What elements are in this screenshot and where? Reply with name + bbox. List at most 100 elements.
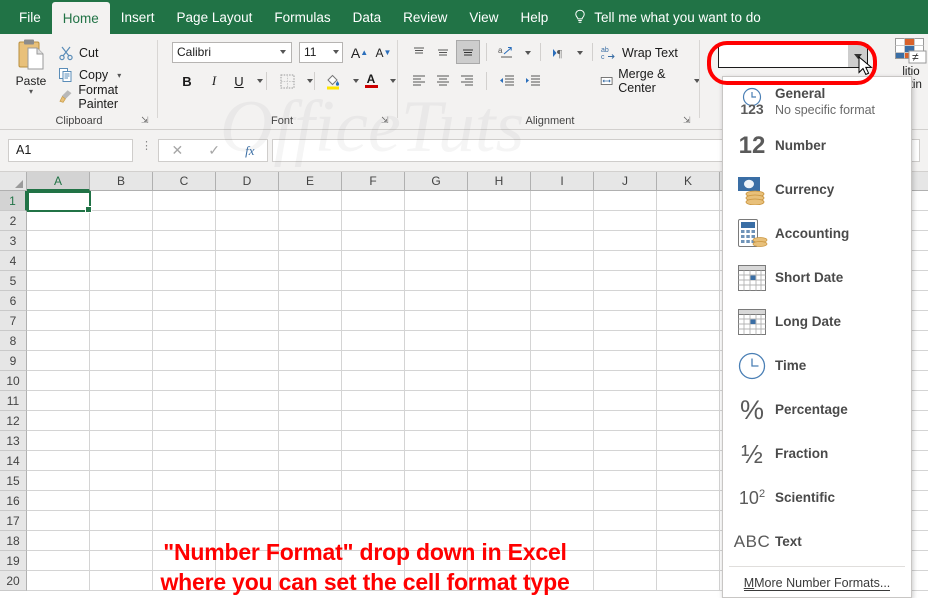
cell-K8[interactable] bbox=[657, 331, 720, 351]
cell-G19[interactable] bbox=[405, 551, 468, 571]
cell-F9[interactable] bbox=[342, 351, 405, 371]
cell-A8[interactable] bbox=[27, 331, 90, 351]
merge-center-button[interactable]: Merge & Center bbox=[600, 70, 700, 92]
cell-I20[interactable] bbox=[531, 571, 594, 591]
cell-B11[interactable] bbox=[90, 391, 153, 411]
cell-C2[interactable] bbox=[153, 211, 216, 231]
cell-J4[interactable] bbox=[594, 251, 657, 271]
cell-I15[interactable] bbox=[531, 471, 594, 491]
cell-K1[interactable] bbox=[657, 191, 720, 211]
align-middle-button[interactable] bbox=[432, 42, 454, 64]
cell-E9[interactable] bbox=[279, 351, 342, 371]
cell-K6[interactable] bbox=[657, 291, 720, 311]
cell-F16[interactable] bbox=[342, 491, 405, 511]
cell-G11[interactable] bbox=[405, 391, 468, 411]
tab-file[interactable]: File bbox=[8, 0, 52, 34]
row-header-18[interactable]: 18 bbox=[0, 531, 27, 551]
fx-icon[interactable]: fx bbox=[245, 143, 254, 159]
column-header-H[interactable]: H bbox=[468, 172, 531, 191]
cell-D12[interactable] bbox=[216, 411, 279, 431]
cell-E14[interactable] bbox=[279, 451, 342, 471]
cell-I13[interactable] bbox=[531, 431, 594, 451]
dropdown-item-text[interactable]: ABCText bbox=[723, 520, 911, 564]
cell-K5[interactable] bbox=[657, 271, 720, 291]
cell-C9[interactable] bbox=[153, 351, 216, 371]
cell-C20[interactable] bbox=[153, 571, 216, 591]
cell-C3[interactable] bbox=[153, 231, 216, 251]
cell-E2[interactable] bbox=[279, 211, 342, 231]
row-header-14[interactable]: 14 bbox=[0, 451, 27, 471]
cell-E4[interactable] bbox=[279, 251, 342, 271]
more-number-formats-button[interactable]: MMore Number Formats... bbox=[723, 569, 911, 597]
cell-J13[interactable] bbox=[594, 431, 657, 451]
cell-G4[interactable] bbox=[405, 251, 468, 271]
cell-D10[interactable] bbox=[216, 371, 279, 391]
cell-A5[interactable] bbox=[27, 271, 90, 291]
cell-C14[interactable] bbox=[153, 451, 216, 471]
tab-home[interactable]: Home bbox=[52, 2, 110, 34]
cell-I2[interactable] bbox=[531, 211, 594, 231]
tab-data[interactable]: Data bbox=[342, 0, 393, 34]
tell-me-box[interactable]: Tell me what you want to do bbox=[573, 0, 761, 34]
number-format-combo[interactable] bbox=[718, 44, 868, 68]
cut-button[interactable]: Cut bbox=[58, 43, 98, 63]
cell-G15[interactable] bbox=[405, 471, 468, 491]
cell-H2[interactable] bbox=[468, 211, 531, 231]
cell-I11[interactable] bbox=[531, 391, 594, 411]
cell-F8[interactable] bbox=[342, 331, 405, 351]
align-right-button[interactable] bbox=[456, 70, 478, 92]
cell-A15[interactable] bbox=[27, 471, 90, 491]
cell-D9[interactable] bbox=[216, 351, 279, 371]
cell-J15[interactable] bbox=[594, 471, 657, 491]
copy-button[interactable]: Copy ▾ bbox=[58, 65, 121, 85]
cell-B16[interactable] bbox=[90, 491, 153, 511]
row-header-20[interactable]: 20 bbox=[0, 571, 27, 591]
cell-A17[interactable] bbox=[27, 511, 90, 531]
cell-G5[interactable] bbox=[405, 271, 468, 291]
cell-A6[interactable] bbox=[27, 291, 90, 311]
cell-C10[interactable] bbox=[153, 371, 216, 391]
cell-E7[interactable] bbox=[279, 311, 342, 331]
row-header-6[interactable]: 6 bbox=[0, 291, 27, 311]
cell-D14[interactable] bbox=[216, 451, 279, 471]
underline-button[interactable]: U bbox=[228, 70, 250, 92]
row-header-15[interactable]: 15 bbox=[0, 471, 27, 491]
cell-J1[interactable] bbox=[594, 191, 657, 211]
dropdown-item-long-date[interactable]: Long Date bbox=[723, 300, 911, 344]
italic-button[interactable]: I bbox=[203, 70, 225, 92]
cell-I16[interactable] bbox=[531, 491, 594, 511]
cell-F10[interactable] bbox=[342, 371, 405, 391]
cell-C8[interactable] bbox=[153, 331, 216, 351]
cell-F12[interactable] bbox=[342, 411, 405, 431]
increase-font-size-button[interactable]: A▲ bbox=[348, 42, 371, 63]
select-all-corner[interactable] bbox=[0, 172, 27, 191]
row-header-9[interactable]: 9 bbox=[0, 351, 27, 371]
row-header-8[interactable]: 8 bbox=[0, 331, 27, 351]
tab-formulas[interactable]: Formulas bbox=[263, 0, 341, 34]
row-header-17[interactable]: 17 bbox=[0, 511, 27, 531]
cell-E12[interactable] bbox=[279, 411, 342, 431]
column-header-A[interactable]: A bbox=[27, 172, 90, 191]
cell-A20[interactable] bbox=[27, 571, 90, 591]
cell-D4[interactable] bbox=[216, 251, 279, 271]
cell-G7[interactable] bbox=[405, 311, 468, 331]
cell-K3[interactable] bbox=[657, 231, 720, 251]
cell-E5[interactable] bbox=[279, 271, 342, 291]
cell-B2[interactable] bbox=[90, 211, 153, 231]
cell-D7[interactable] bbox=[216, 311, 279, 331]
align-left-button[interactable] bbox=[408, 70, 430, 92]
font-name-input[interactable]: Calibri bbox=[172, 42, 292, 63]
cell-E20[interactable] bbox=[279, 571, 342, 591]
row-header-11[interactable]: 11 bbox=[0, 391, 27, 411]
cell-H11[interactable] bbox=[468, 391, 531, 411]
column-header-G[interactable]: G bbox=[405, 172, 468, 191]
cell-G20[interactable] bbox=[405, 571, 468, 591]
tab-insert[interactable]: Insert bbox=[110, 0, 166, 34]
row-header-10[interactable]: 10 bbox=[0, 371, 27, 391]
copy-chevron-down-icon[interactable]: ▾ bbox=[117, 71, 121, 80]
cell-H16[interactable] bbox=[468, 491, 531, 511]
cell-E10[interactable] bbox=[279, 371, 342, 391]
cell-J17[interactable] bbox=[594, 511, 657, 531]
column-header-I[interactable]: I bbox=[531, 172, 594, 191]
cell-F2[interactable] bbox=[342, 211, 405, 231]
